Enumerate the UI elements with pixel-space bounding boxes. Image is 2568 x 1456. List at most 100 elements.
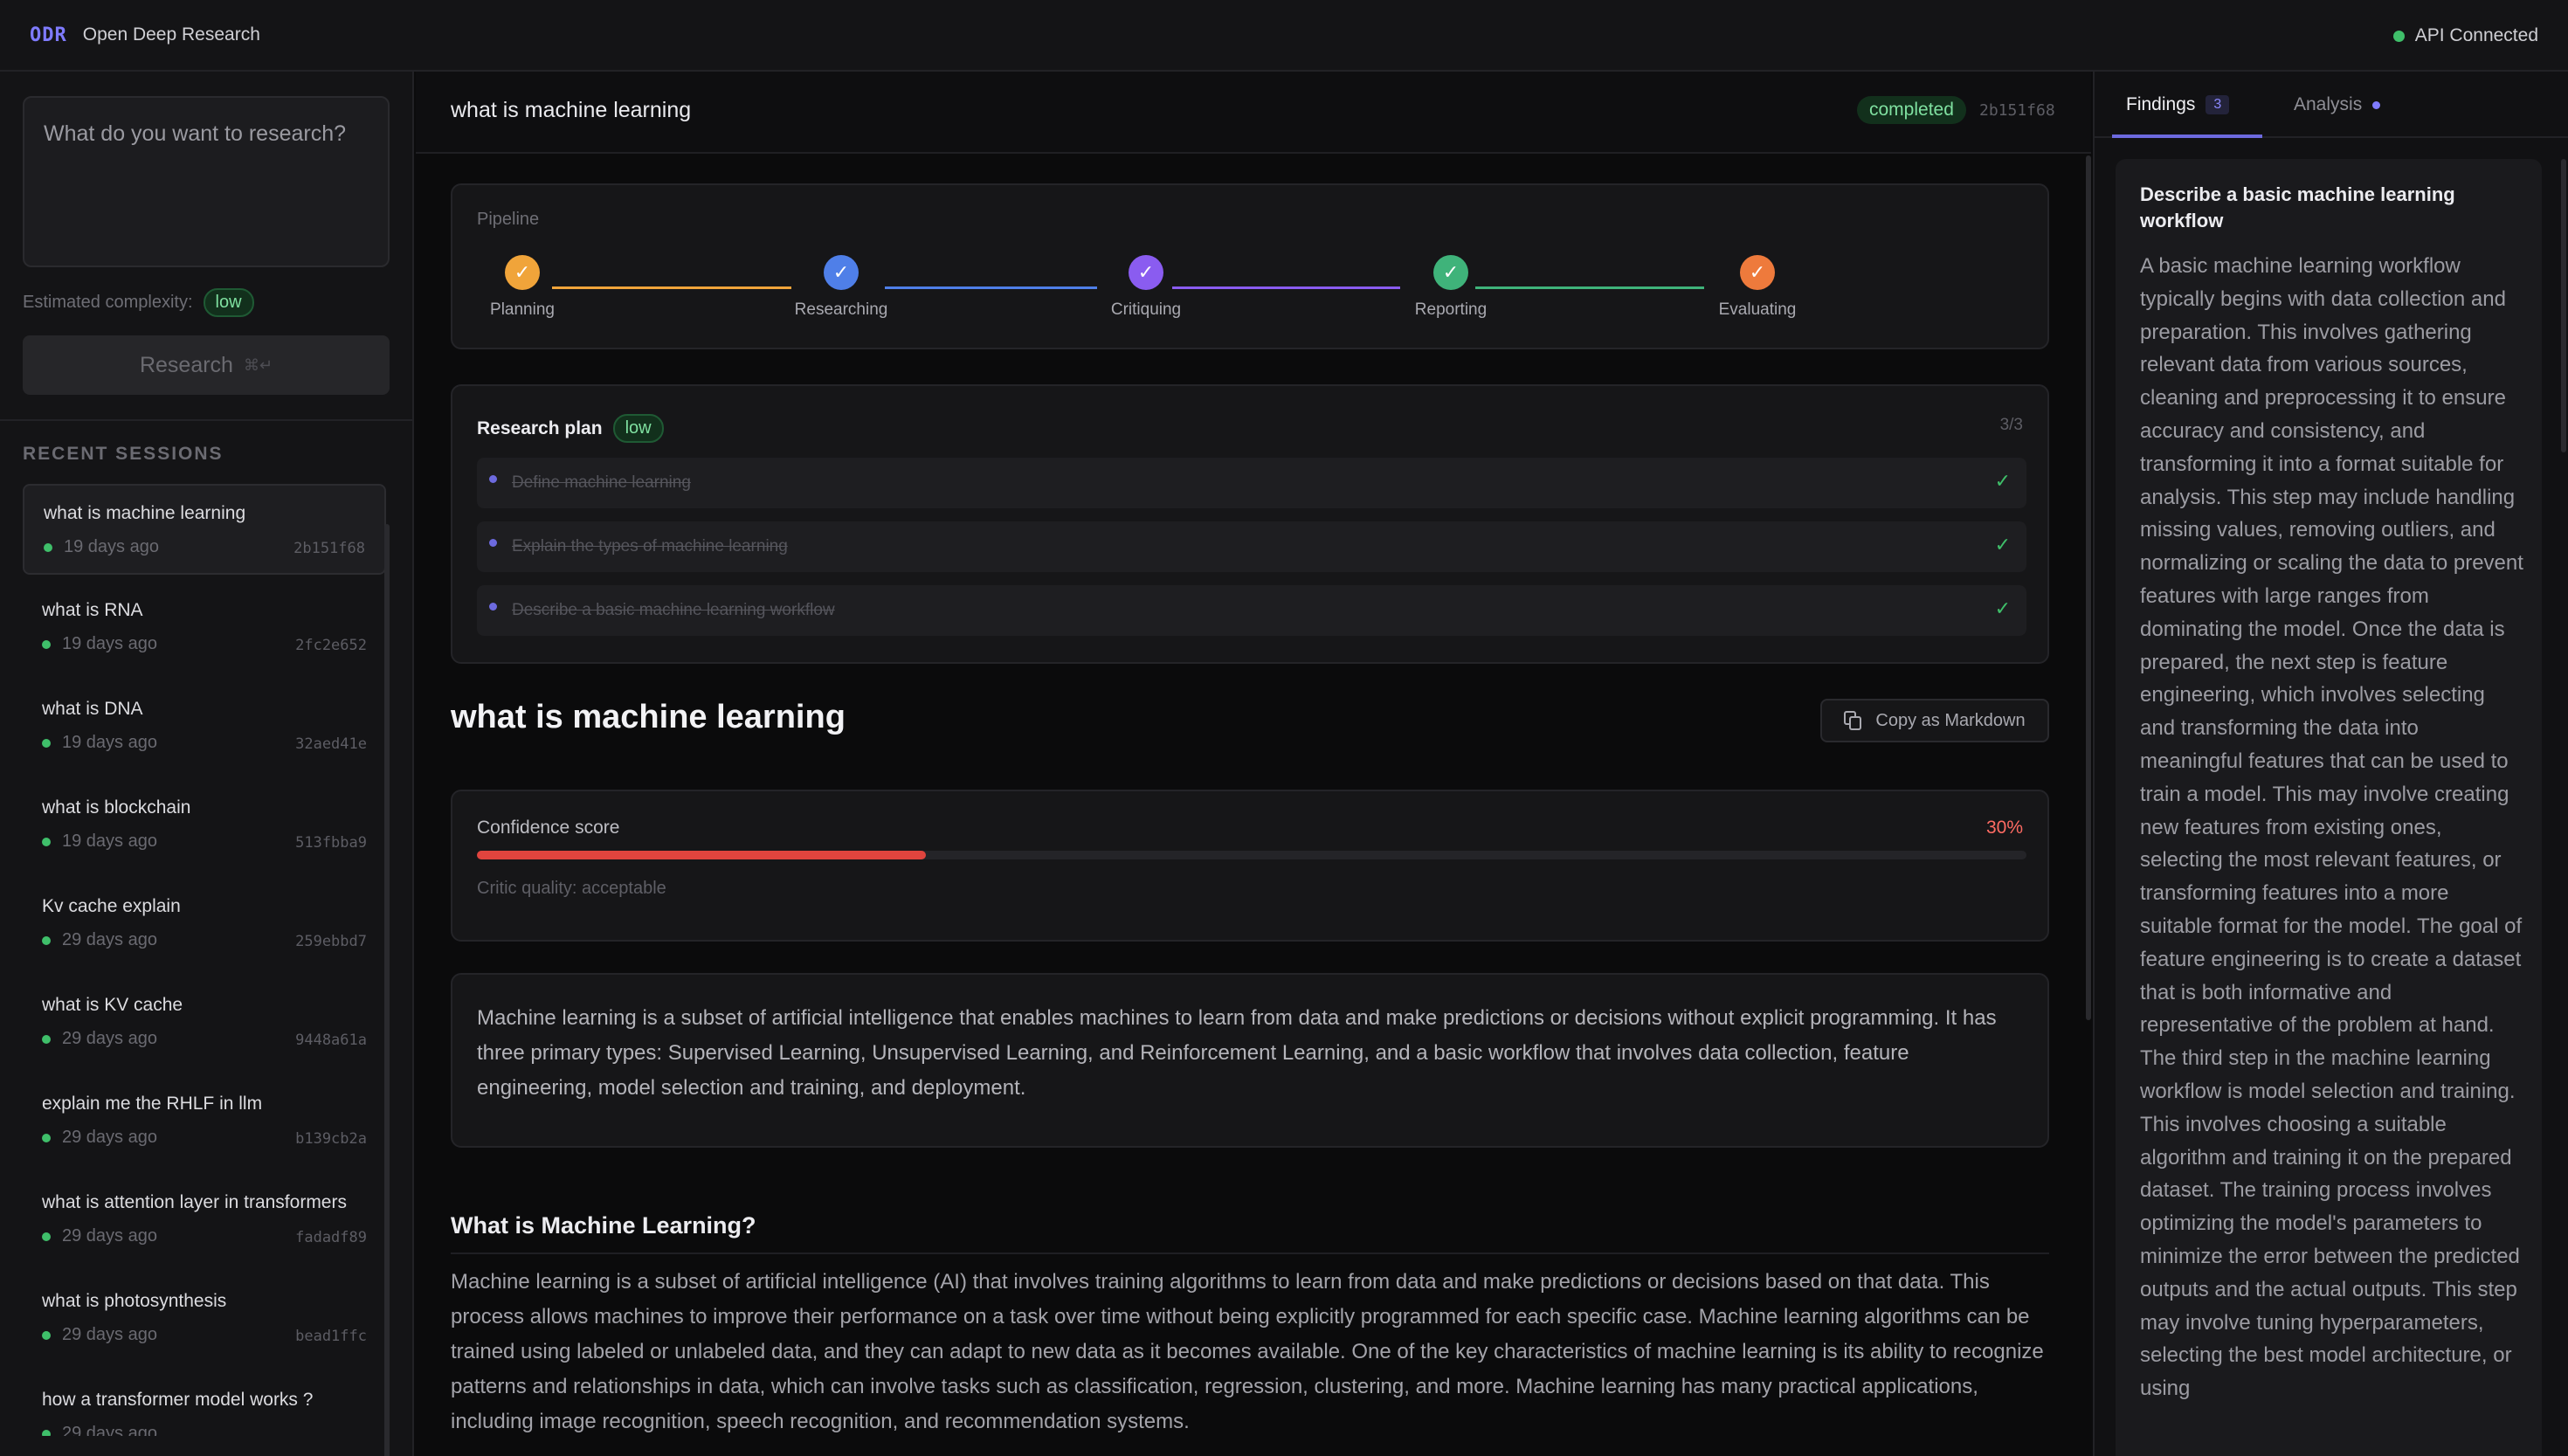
copy-button-label: Copy as Markdown bbox=[1875, 710, 2026, 730]
session-id: 259ebbd7 bbox=[295, 933, 367, 950]
session-title: what is machine learning bbox=[44, 503, 246, 523]
session-time: 29 days ago bbox=[62, 1325, 157, 1344]
plan-item: Explain the types of machine learning ✓ bbox=[477, 521, 2026, 572]
sidebar-scrollbar[interactable] bbox=[384, 524, 390, 1456]
status-dot-icon bbox=[2392, 30, 2405, 42]
copy-markdown-button[interactable]: Copy as Markdown bbox=[1820, 699, 2049, 742]
right-panel: Findings 3 Analysis Describe a basic mac… bbox=[2093, 72, 2568, 1456]
complexity-badge: low bbox=[612, 414, 664, 443]
estimated-complexity: Estimated complexity: low bbox=[23, 288, 254, 317]
session-status-dot-icon bbox=[42, 935, 51, 945]
session-time: 19 days ago bbox=[64, 537, 159, 556]
session-item[interactable]: explain me the RHLF in llm 29 days ago b… bbox=[23, 1076, 386, 1167]
check-icon: ✓ bbox=[824, 255, 859, 290]
session-title: what is photosynthesis bbox=[42, 1291, 227, 1311]
main-scrollbar[interactable] bbox=[2086, 155, 2091, 1020]
check-icon: ✓ bbox=[1994, 470, 2011, 492]
session-id: 2fc2e652 bbox=[295, 637, 367, 654]
step-label: Planning bbox=[490, 300, 555, 319]
plan-item: Describe a basic machine learning workfl… bbox=[477, 585, 2026, 636]
research-button[interactable]: Research ⌘↵ bbox=[23, 335, 390, 395]
tab-analysis-label: Analysis bbox=[2294, 94, 2363, 114]
session-id: 9448a61a bbox=[295, 1032, 367, 1049]
step-label: Researching bbox=[794, 300, 888, 319]
session-id: 2b151f68 bbox=[293, 540, 365, 557]
plan-item-text: Explain the types of machine learning bbox=[512, 537, 788, 555]
session-id: 513fbba9 bbox=[295, 834, 367, 852]
session-status-dot-icon bbox=[42, 1034, 51, 1044]
research-plan-card: Research plan low 3/3 Define machine lea… bbox=[451, 384, 2049, 664]
session-time: 29 days ago bbox=[62, 1029, 157, 1048]
pipeline-step-evaluating: ✓ Evaluating bbox=[1688, 255, 1827, 320]
check-icon: ✓ bbox=[1129, 255, 1163, 290]
session-status-dot-icon bbox=[42, 837, 51, 846]
active-tab-indicator bbox=[2112, 135, 2262, 138]
session-item[interactable]: what is attention layer in transformers … bbox=[23, 1175, 386, 1266]
step-label: Critiquing bbox=[1110, 300, 1182, 319]
session-item[interactable]: what is blockchain 19 days ago 513fbba9 bbox=[23, 780, 386, 871]
session-status-dot-icon bbox=[42, 1133, 51, 1142]
session-item[interactable]: what is machine learning 19 days ago 2b1… bbox=[23, 484, 386, 575]
session-time: 19 days ago bbox=[62, 832, 157, 851]
pipeline-connector bbox=[1475, 286, 1704, 289]
plan-progress-count: 3/3 bbox=[1999, 416, 2023, 434]
research-button-label: Research bbox=[139, 352, 233, 377]
activity-dot-icon bbox=[2372, 100, 2381, 109]
plan-title-label: Research plan bbox=[477, 417, 603, 438]
research-plan-title: Research plan low bbox=[477, 414, 664, 443]
plan-item: Define machine learning ✓ bbox=[477, 458, 2026, 508]
session-item[interactable]: how a transformer model works ? 29 days … bbox=[23, 1372, 386, 1436]
session-id: bead1ffc bbox=[295, 1328, 367, 1345]
session-item[interactable]: Kv cache explain 29 days ago 259ebbd7 bbox=[23, 879, 386, 970]
session-time: 19 days ago bbox=[62, 634, 157, 653]
critic-quality-note: Critic quality: acceptable bbox=[477, 879, 666, 898]
session-status-dot-icon bbox=[42, 738, 51, 748]
section-divider bbox=[451, 1252, 2049, 1254]
session-time: 29 days ago bbox=[62, 1128, 157, 1147]
pipeline-connector bbox=[552, 286, 791, 289]
finding-card: Describe a basic machine learning workfl… bbox=[2116, 159, 2542, 1456]
confidence-value: 30% bbox=[1985, 818, 2023, 838]
api-status: API Connected bbox=[2392, 0, 2538, 72]
tab-analysis[interactable]: Analysis bbox=[2294, 72, 2381, 138]
check-icon: ✓ bbox=[1994, 534, 2011, 555]
app-logo[interactable]: ODR bbox=[30, 24, 67, 46]
session-title: what is KV cache bbox=[42, 995, 183, 1015]
session-title: what is DNA bbox=[42, 699, 143, 719]
api-status-label: API Connected bbox=[2414, 25, 2538, 45]
keyboard-shortcut-hint: ⌘↵ bbox=[243, 355, 273, 374]
summary-card: Machine learning is a subset of artifici… bbox=[451, 973, 2049, 1148]
main-header: what is machine learning completed 2b151… bbox=[416, 72, 2091, 154]
tab-findings[interactable]: Findings 3 bbox=[2126, 72, 2230, 138]
session-status-dot-icon bbox=[42, 1232, 51, 1241]
session-status-dot-icon bbox=[44, 542, 52, 552]
session-title-heading: what is machine learning bbox=[451, 98, 692, 122]
session-status-dot-icon bbox=[42, 1429, 51, 1436]
session-title: how a transformer model works ? bbox=[42, 1390, 314, 1410]
session-time: 19 days ago bbox=[62, 733, 157, 752]
session-status-dot-icon bbox=[42, 1330, 51, 1340]
pipeline-card: Pipeline ✓ Planning ✓ Researching ✓ Crit… bbox=[451, 183, 2049, 349]
sidebar: Estimated complexity: low Research ⌘↵ RE… bbox=[0, 72, 414, 1456]
check-icon: ✓ bbox=[505, 255, 540, 290]
right-panel-scrollbar[interactable] bbox=[2561, 159, 2566, 452]
session-title: Kv cache explain bbox=[42, 896, 181, 916]
research-query-input[interactable] bbox=[23, 96, 390, 267]
section-text: Machine learning is a subset of artifici… bbox=[451, 1270, 2044, 1433]
summary-text: Machine learning is a subset of artifici… bbox=[477, 1006, 1997, 1100]
session-item[interactable]: what is RNA 19 days ago 2fc2e652 bbox=[23, 583, 386, 673]
recent-sessions-list: what is machine learning 19 days ago 2b1… bbox=[23, 484, 388, 1436]
section-heading: What is Machine Learning? bbox=[451, 1212, 756, 1239]
pipeline-connector bbox=[1172, 286, 1400, 289]
session-time: 29 days ago bbox=[62, 930, 157, 949]
copy-icon bbox=[1844, 711, 1863, 730]
confidence-label: Confidence score bbox=[477, 818, 620, 838]
check-icon: ✓ bbox=[1994, 597, 2011, 619]
session-item[interactable]: what is DNA 19 days ago 32aed41e bbox=[23, 681, 386, 772]
complexity-badge: low bbox=[203, 288, 254, 317]
findings-count-badge: 3 bbox=[2206, 95, 2230, 114]
session-item[interactable]: what is photosynthesis 29 days ago bead1… bbox=[23, 1273, 386, 1364]
pipeline-label: Pipeline bbox=[477, 210, 540, 229]
session-item[interactable]: what is KV cache 29 days ago 9448a61a bbox=[23, 977, 386, 1068]
session-id: 32aed41e bbox=[295, 735, 367, 753]
